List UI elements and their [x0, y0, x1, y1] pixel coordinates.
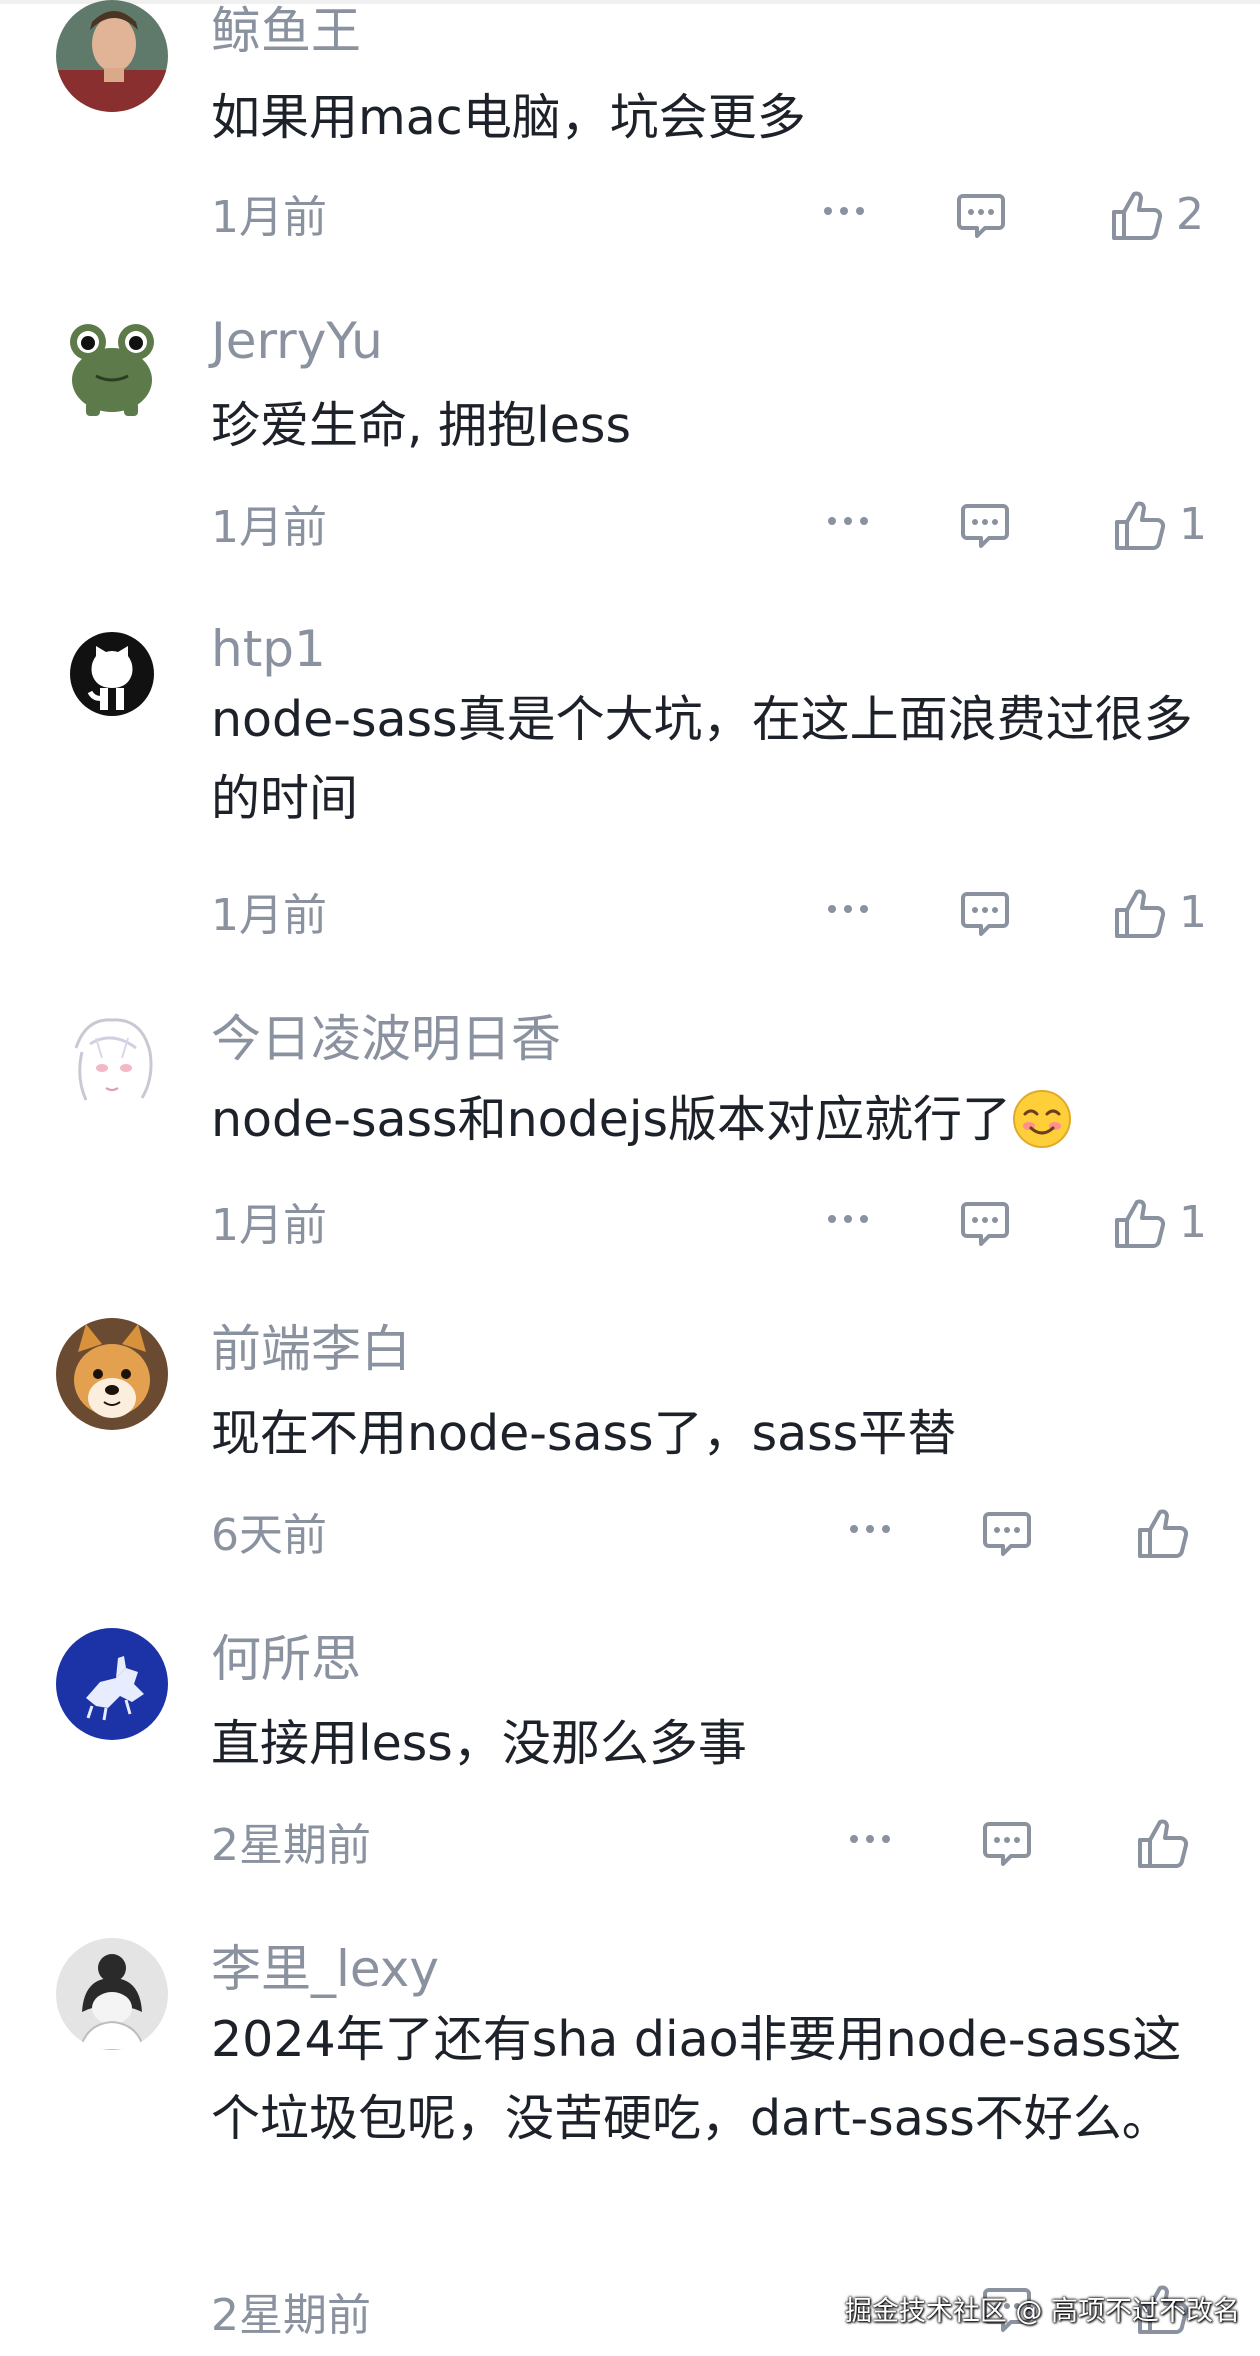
like-count: 2	[1176, 189, 1204, 240]
watermark: 掘金技术社区 @ 高项不过不改名	[844, 2296, 1240, 2327]
comment-text: 如果用mac电脑，坑会更多	[211, 89, 806, 146]
comment-bubble-icon[interactable]	[959, 888, 1011, 940]
like-count: 1	[1179, 499, 1207, 550]
more-dots-icon[interactable]	[826, 514, 870, 528]
timestamp: 1月前	[211, 890, 327, 941]
github-octocat-avatar	[56, 618, 168, 730]
comment-bubble-icon[interactable]	[981, 1508, 1033, 1560]
comment-bubble-icon[interactable]	[981, 1818, 1033, 1870]
username[interactable]: 前端李白	[211, 1324, 411, 1374]
thumbs-up-icon	[1115, 1199, 1166, 1248]
thumbs-up-icon	[1138, 1819, 1189, 1868]
comment-text: node-sass和nodejs版本对应就行了	[211, 1080, 1211, 1159]
like-button[interactable]	[1136, 1816, 1202, 1870]
avatar[interactable]	[56, 1628, 168, 1740]
avatar[interactable]	[56, 1318, 168, 1430]
thumbs-up-icon	[1115, 889, 1166, 938]
timestamp: 6天前	[211, 1510, 327, 1561]
avatar[interactable]	[56, 0, 168, 112]
anime-girl-sketch-avatar	[56, 1008, 168, 1120]
timestamp: 1月前	[211, 1200, 327, 1251]
comment-text: 2024年了还有sha diao非要用node-sass这个垃圾包呢，没苦硬吃，…	[211, 2011, 1182, 2147]
avatar[interactable]	[56, 1008, 168, 1120]
thumbs-up-icon	[1138, 1509, 1189, 1558]
top-divider	[0, 0, 1260, 4]
avatar[interactable]	[56, 1938, 168, 2050]
blush-smile-emoji-icon	[1011, 1088, 1073, 1150]
more-dots-icon[interactable]	[822, 204, 866, 218]
comment-text: node-sass真是个大坑，在这上面浪费过很多的时间	[211, 691, 1193, 827]
like-button[interactable]: 1	[1113, 886, 1207, 940]
username[interactable]: 今日凌波明日香	[211, 1014, 561, 1064]
username[interactable]: 鲸鱼王	[211, 6, 361, 56]
like-button[interactable]: 2	[1110, 188, 1204, 242]
knight-emblem-avatar	[56, 1628, 168, 1740]
comment-text: 现在不用node-sass了，sass平替	[211, 1405, 957, 1462]
like-count: 1	[1179, 887, 1207, 938]
more-dots-icon[interactable]	[848, 1832, 892, 1846]
comment-bubble-icon[interactable]	[959, 500, 1011, 552]
sketch-girl-avatar	[56, 1938, 168, 2050]
more-dots-icon[interactable]	[848, 1522, 892, 1536]
comment-text: 直接用less，没那么多事	[211, 1715, 747, 1772]
like-button[interactable]	[1136, 1506, 1202, 1560]
like-count: 1	[1179, 1197, 1207, 1248]
avatar[interactable]	[56, 618, 168, 730]
username[interactable]: JerryYu	[211, 316, 383, 366]
comment-text: 珍爱生命, 拥抱less	[211, 397, 631, 454]
man-portrait-avatar	[56, 0, 168, 112]
avatar[interactable]	[56, 310, 168, 422]
shiba-dog-avatar	[56, 1318, 168, 1430]
like-button[interactable]: 1	[1113, 498, 1207, 552]
like-button[interactable]: 1	[1113, 1196, 1207, 1250]
timestamp: 1月前	[211, 192, 327, 243]
username[interactable]: 李里_lexy	[211, 1944, 439, 1994]
more-dots-icon[interactable]	[826, 902, 870, 916]
comment-bubble-icon[interactable]	[959, 1198, 1011, 1250]
comment-bubble-icon[interactable]	[955, 190, 1007, 242]
timestamp: 2星期前	[211, 1820, 371, 1871]
timestamp: 1月前	[211, 502, 327, 553]
username[interactable]: htp1	[211, 624, 326, 674]
more-dots-icon[interactable]	[826, 1212, 870, 1226]
timestamp: 2星期前	[211, 2290, 371, 2341]
comment-text-content: node-sass和nodejs版本对应就行了	[211, 1091, 1012, 1148]
thumbs-up-icon	[1112, 191, 1163, 240]
username[interactable]: 何所思	[211, 1634, 361, 1684]
frog-avatar	[56, 310, 168, 422]
thumbs-up-icon	[1115, 501, 1166, 550]
